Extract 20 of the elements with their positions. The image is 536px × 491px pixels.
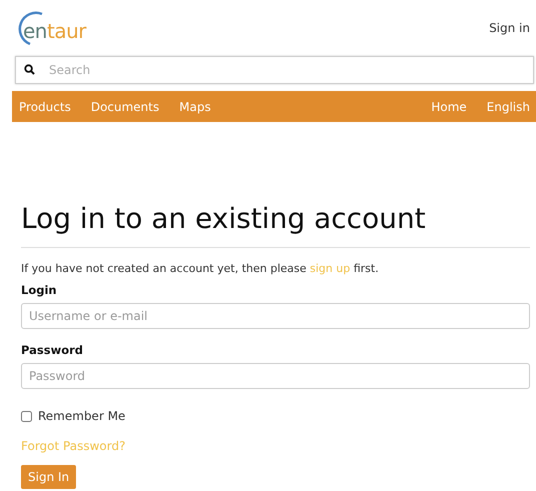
- nav-link[interactable]: English: [486, 100, 530, 114]
- nav-link[interactable]: Documents: [90, 100, 160, 114]
- nav-link[interactable]: Maps: [179, 100, 211, 114]
- logo[interactable]: entaur: [12, 10, 86, 46]
- sign-in-link[interactable]: Sign in: [489, 21, 530, 35]
- login-field[interactable]: Username or e-mail: [21, 303, 530, 329]
- remember-label: Remember Me: [38, 409, 126, 423]
- remember-checkbox[interactable]: [21, 410, 32, 422]
- forgot-password-link[interactable]: Forgot Password?: [21, 439, 126, 453]
- sign-up-link[interactable]: sign up: [310, 262, 350, 275]
- sign-in-button[interactable]: Sign In: [21, 465, 76, 489]
- page-title: Log in to an existing account: [21, 202, 530, 248]
- nav-link[interactable]: Products: [19, 100, 71, 114]
- search-icon: [24, 64, 35, 75]
- search-field[interactable]: Search: [15, 56, 534, 84]
- intro-text: If you have not created an account yet, then please sign up first.: [21, 262, 380, 275]
- password-field[interactable]: Password: [21, 363, 530, 389]
- password-label: Password: [21, 343, 84, 357]
- login-label: Login: [21, 283, 58, 297]
- nav-link[interactable]: Home: [431, 100, 467, 114]
